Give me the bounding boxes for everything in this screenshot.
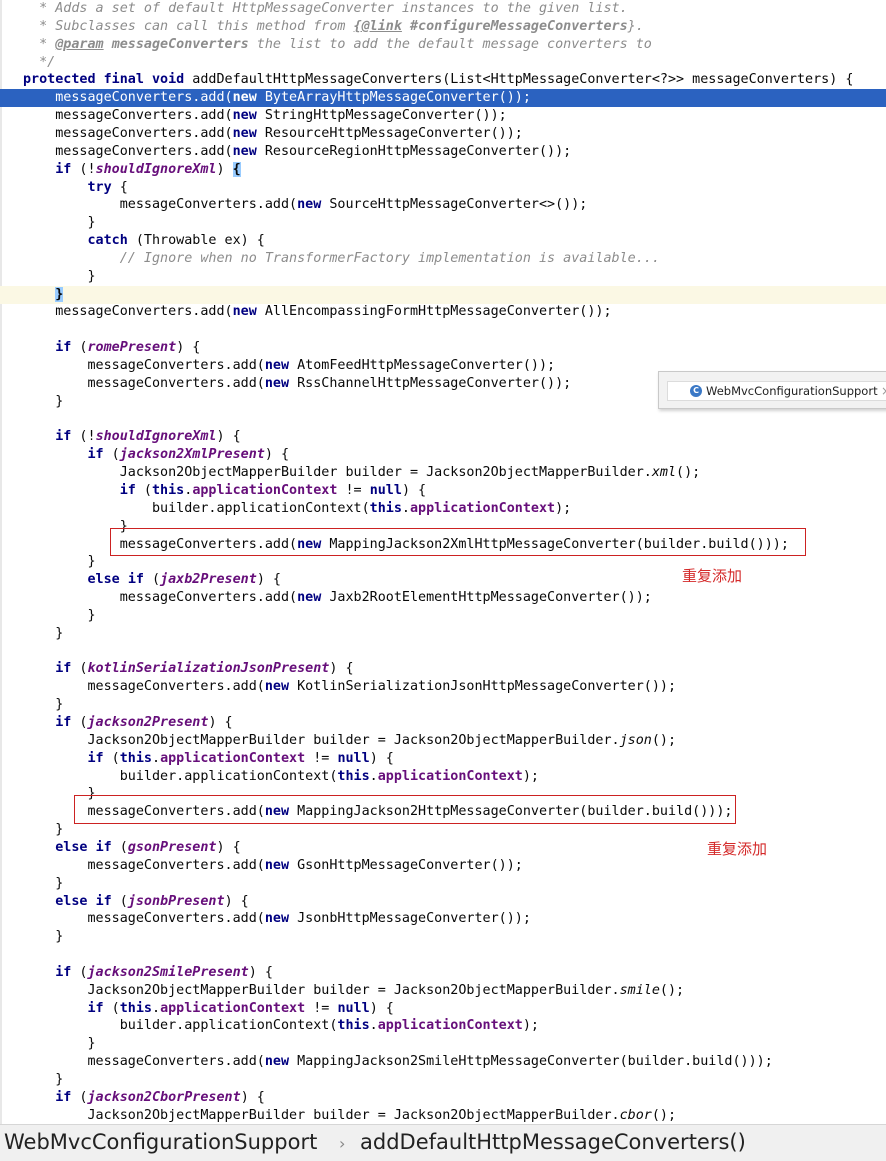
close-icon[interactable]: × <box>881 382 886 400</box>
highlight-box-xml-converter <box>110 528 806 556</box>
code-line[interactable]: * @param messageConverters the list to a… <box>23 36 652 54</box>
code-line[interactable]: messageConverters.add(new SourceHttpMess… <box>23 196 588 214</box>
code-line[interactable]: if (romePresent) { <box>23 339 200 357</box>
code-line[interactable]: catch (Throwable ex) { <box>23 232 265 250</box>
code-line[interactable]: messageConverters.add(new StringHttpMess… <box>23 107 506 125</box>
code-line[interactable]: else if (jsonbPresent) { <box>23 893 249 911</box>
highlight-box-json-converter <box>74 795 736 824</box>
class-popup[interactable]: C WebMvcConfigurationSupport × <box>658 371 886 409</box>
code-line[interactable]: } <box>23 214 95 232</box>
code-line[interactable]: if (this.applicationContext != null) { <box>23 1000 394 1018</box>
class-popup-label: WebMvcConfigurationSupport <box>706 384 878 398</box>
code-line[interactable]: try { <box>23 179 128 197</box>
code-line[interactable]: builder.applicationContext(this.applicat… <box>23 1017 539 1035</box>
breadcrumb: WebMvcConfigurationSupport › addDefaultH… <box>0 1124 886 1161</box>
code-line[interactable]: Jackson2ObjectMapperBuilder builder = Ja… <box>23 732 676 750</box>
chevron-right-icon: › <box>339 1134 346 1153</box>
class-icon: C <box>690 385 702 397</box>
code-line[interactable]: if (jackson2SmilePresent) { <box>23 964 273 982</box>
code-line[interactable]: if (jackson2Present) { <box>23 714 232 732</box>
code-line[interactable]: messageConverters.add(new ResourceHttpMe… <box>23 125 523 143</box>
code-line[interactable]: Jackson2ObjectMapperBuilder builder = Ja… <box>23 1107 676 1124</box>
breadcrumb-item-method[interactable]: addDefaultHttpMessageConverters() <box>360 1130 746 1154</box>
code-line[interactable]: Jackson2ObjectMapperBuilder builder = Ja… <box>23 464 700 482</box>
code-line[interactable]: if (this.applicationContext != null) { <box>23 750 394 768</box>
code-line[interactable]: if (!shouldIgnoreXml) { <box>23 428 240 446</box>
code-line[interactable]: builder.applicationContext(this.applicat… <box>23 500 571 518</box>
editor-gutter <box>0 0 2 1124</box>
caret-line-highlight <box>0 285 886 304</box>
code-line[interactable]: } <box>23 928 63 946</box>
code-line[interactable]: else if (gsonPresent) { <box>23 839 240 857</box>
code-line[interactable]: messageConverters.add(new MappingJackson… <box>23 1053 772 1071</box>
code-line[interactable]: messageConverters.add(new AtomFeedHttpMe… <box>23 357 555 375</box>
code-line[interactable]: builder.applicationContext(this.applicat… <box>23 768 539 786</box>
code-line[interactable]: if (!shouldIgnoreXml) { <box>23 161 241 179</box>
duplicate-annotation-json: 重复添加 <box>707 840 768 858</box>
code-line[interactable]: messageConverters.add(new GsonHttpMessag… <box>23 857 522 875</box>
code-line[interactable]: * Subclasses can call this method from {… <box>23 18 644 36</box>
code-line[interactable]: } <box>23 1035 95 1053</box>
code-line[interactable]: if (jackson2XmlPresent) { <box>23 446 290 464</box>
code-line[interactable]: } <box>23 286 64 304</box>
code-line[interactable]: messageConverters.add(new Jaxb2RootEleme… <box>23 589 652 607</box>
code-line[interactable]: } <box>23 1071 63 1089</box>
code-line[interactable]: messageConverters.add(new JsonbHttpMessa… <box>23 910 530 928</box>
code-line[interactable]: if (kotlinSerializationJsonPresent) { <box>23 660 353 678</box>
breadcrumb-item-class[interactable]: WebMvcConfigurationSupport <box>4 1130 317 1154</box>
class-popup-tab[interactable]: C WebMvcConfigurationSupport × <box>667 381 886 401</box>
code-line[interactable]: */ <box>23 54 55 72</box>
code-line[interactable]: } <box>23 696 63 714</box>
code-line[interactable]: protected final void addDefaultHttpMessa… <box>23 71 853 89</box>
code-editor[interactable]: * Adds a set of default HttpMessageConve… <box>0 0 886 1124</box>
code-line[interactable]: Jackson2ObjectMapperBuilder builder = Ja… <box>23 982 684 1000</box>
code-line[interactable]: messageConverters.add(new RssChannelHttp… <box>23 375 571 393</box>
code-line[interactable]: if (this.applicationContext != null) { <box>23 482 426 500</box>
code-line[interactable]: } <box>23 393 63 411</box>
code-line[interactable]: messageConverters.add(new AllEncompassin… <box>23 303 611 321</box>
code-line[interactable]: messageConverters.add(new KotlinSerializ… <box>23 678 676 696</box>
code-line[interactable]: } <box>23 607 95 625</box>
duplicate-annotation-xml: 重复添加 <box>682 567 743 585</box>
code-line[interactable]: * Adds a set of default HttpMessageConve… <box>23 0 628 18</box>
code-line[interactable]: else if (jaxb2Present) { <box>23 571 282 589</box>
code-line[interactable]: messageConverters.add(new ByteArrayHttpM… <box>23 89 531 107</box>
code-line[interactable]: } <box>23 625 63 643</box>
code-line[interactable]: } <box>23 875 63 893</box>
code-line[interactable]: messageConverters.add(new ResourceRegion… <box>23 143 571 161</box>
code-line[interactable]: } <box>23 268 95 286</box>
code-line[interactable]: // Ignore when no TransformerFactory imp… <box>23 250 660 268</box>
code-line[interactable]: } <box>23 553 95 571</box>
code-line[interactable]: if (jackson2CborPresent) { <box>23 1089 265 1107</box>
code-line[interactable]: } <box>23 821 63 839</box>
